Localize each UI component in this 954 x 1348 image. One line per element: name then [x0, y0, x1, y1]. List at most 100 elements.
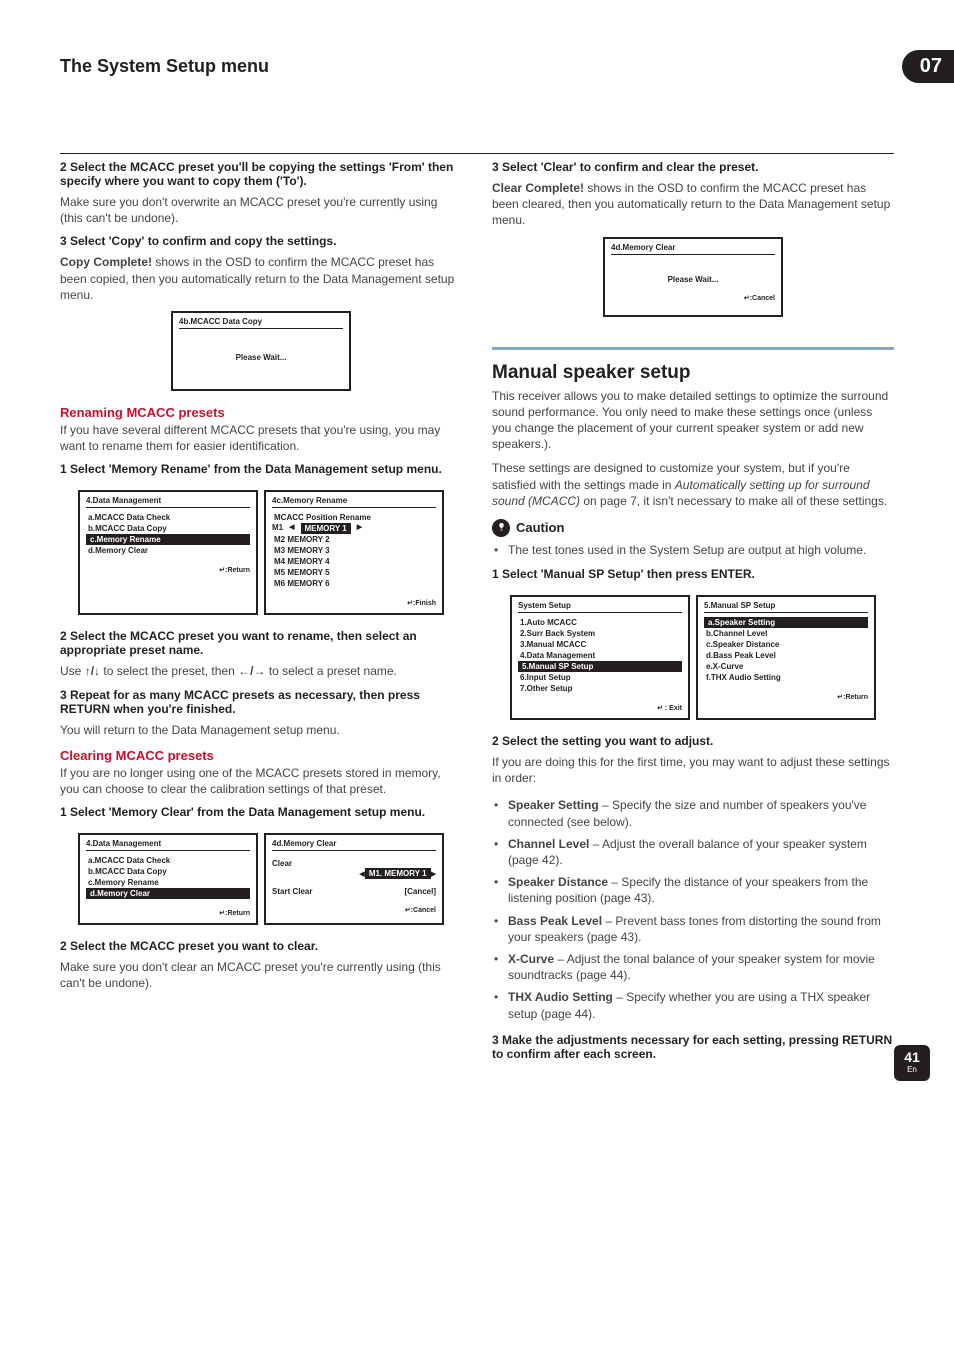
- osd-item: f.THX Audio Setting: [704, 672, 868, 683]
- clear-intro: If you are no longer using one of the MC…: [60, 765, 462, 797]
- osd-item: 6.Input Setup: [518, 672, 682, 683]
- mss-step2: 2 Select the setting you want to adjust.: [492, 734, 894, 748]
- bullet-bold: THX Audio Setting: [508, 990, 613, 1004]
- mss-step1: 1 Select 'Manual SP Setup' then press EN…: [492, 567, 894, 581]
- left-step3-body: Copy Complete! shows in the OSD to confi…: [60, 254, 462, 303]
- osd-title: 4d.Memory Clear: [611, 243, 775, 255]
- osd-foot-text: : Exit: [663, 705, 682, 712]
- left-step2-body: Make sure you don't overwrite an MCACC p…: [60, 194, 462, 226]
- bullet-bold: Speaker Distance: [508, 875, 608, 889]
- osd-item: c.Memory Rename: [86, 877, 250, 888]
- osd-item-selected: d.Memory Clear: [86, 888, 250, 899]
- osd-item: 4.Data Management: [518, 650, 682, 661]
- left-step2: 2 Select the MCACC preset you'll be copy…: [60, 160, 462, 188]
- copy-complete-label: Copy Complete!: [60, 255, 152, 269]
- bullet-bold: X-Curve: [508, 952, 554, 966]
- osd-row: Start Clear [Cancel]: [272, 887, 436, 896]
- clear-step2-body: Make sure you don't clear an MCACC prese…: [60, 959, 462, 991]
- osd-foot: ↵:Return: [704, 693, 868, 701]
- page-number-badge: 41 En: [894, 1045, 930, 1081]
- caution-icon: [492, 519, 510, 537]
- txt: on page 7, it isn't necessary to make al…: [583, 494, 887, 508]
- rename-intro: If you have several different MCACC pres…: [60, 422, 462, 454]
- osd-memory-rename: 4c.Memory Rename MCACC Position Rename M…: [264, 490, 444, 615]
- osd-data-management-2: 4.Data Management a.MCACC Data Check b.M…: [78, 833, 258, 925]
- right-column: 3 Select 'Clear' to confirm and clear th…: [492, 154, 894, 1067]
- osd-item: M5 MEMORY 5: [272, 567, 436, 578]
- osd-item: M4 MEMORY 4: [272, 556, 436, 567]
- clear-complete-label: Clear Complete!: [492, 181, 584, 195]
- page-title: The System Setup menu: [60, 56, 902, 77]
- caution-heading: Caution: [492, 519, 894, 537]
- caution-bullet: The test tones used in the System Setup …: [506, 539, 894, 561]
- osd-subtitle: MCACC Position Rename: [272, 512, 436, 523]
- caution-label: Caution: [516, 520, 564, 535]
- clear-step1: 1 Select 'Memory Clear' from the Data Ma…: [60, 805, 462, 819]
- osd-item: M3 MEMORY 3: [272, 545, 436, 556]
- osd-item: a.MCACC Data Check: [86, 512, 250, 523]
- osd-item: 7.Other Setup: [518, 683, 682, 694]
- osd-item: 2.Surr Back System: [518, 628, 682, 639]
- osd-item: d.Memory Clear: [86, 545, 250, 556]
- rename-step3: 3 Repeat for as many MCACC presets as ne…: [60, 688, 462, 716]
- osd-item: 3.Manual MCACC: [518, 639, 682, 650]
- osd-foot-text: :Finish: [413, 600, 436, 607]
- list-item: Speaker Distance – Specify the distance …: [506, 871, 894, 909]
- osd-foot-text: :Cancel: [750, 295, 775, 302]
- page-lang: En: [894, 1065, 930, 1074]
- osd-item: M6 MEMORY 6: [272, 578, 436, 589]
- osd-item: a.MCACC Data Check: [86, 855, 250, 866]
- osd-foot: ↵:Cancel: [272, 906, 436, 914]
- up-down-arrow-icon: ↑/↓: [85, 664, 100, 678]
- osd-foot: ↵ : Exit: [518, 704, 682, 712]
- osd-foot: ↵:Return: [86, 566, 250, 574]
- osd-title: 4d.Memory Clear: [272, 839, 436, 851]
- osd-wait: Please Wait...: [611, 275, 775, 284]
- left-column: 2 Select the MCACC preset you'll be copy…: [60, 154, 462, 1067]
- list-item: Bass Peak Level – Prevent bass tones fro…: [506, 910, 894, 948]
- rename-step2-body: Use ↑/↓ to select the preset, then ←/→ t…: [60, 663, 462, 679]
- osd-memory-clear: 4d.Memory Clear Clear ◀M1. MEMORY 1▶ Sta…: [264, 833, 444, 925]
- osd-memory-clear-wait: 4d.Memory Clear Please Wait... ↵:Cancel: [603, 237, 783, 317]
- clear-heading: Clearing MCACC presets: [60, 748, 462, 763]
- right-step3-body: Clear Complete! shows in the OSD to conf…: [492, 180, 894, 229]
- list-item: THX Audio Setting – Specify whether you …: [506, 986, 894, 1024]
- osd-title: 4.Data Management: [86, 839, 250, 851]
- osd-label: Clear: [272, 859, 292, 868]
- rename-step3-body: You will return to the Data Management s…: [60, 722, 462, 738]
- osd-foot: ↵:Finish: [272, 599, 436, 607]
- rename-step2: 2 Select the MCACC preset you want to re…: [60, 629, 462, 657]
- clear-step2: 2 Select the MCACC preset you want to cl…: [60, 939, 462, 953]
- rename-heading: Renaming MCACC presets: [60, 405, 462, 420]
- osd-title: System Setup: [518, 601, 682, 613]
- section-divider: [492, 347, 894, 350]
- osd-row: M1◀MEMORY 1▶: [272, 523, 436, 534]
- bullet-bold: Channel Level: [508, 837, 589, 851]
- osd-system-setup: System Setup 1.Auto MCACC 2.Surr Back Sy…: [510, 595, 690, 720]
- osd-foot-text: :Return: [225, 910, 250, 917]
- right-step3: 3 Select 'Clear' to confirm and clear th…: [492, 160, 894, 174]
- osd-item: b.Channel Level: [704, 628, 868, 639]
- page-header: The System Setup menu 07: [60, 50, 894, 83]
- bullet-text: – Adjust the tonal balance of your speak…: [508, 952, 875, 982]
- osd-item-selected: c.Memory Rename: [86, 534, 250, 545]
- left-step3: 3 Select 'Copy' to confirm and copy the …: [60, 234, 462, 248]
- page-number: 41: [904, 1049, 920, 1065]
- manual-speaker-heading: Manual speaker setup: [492, 362, 894, 384]
- osd-item: M2 MEMORY 2: [272, 534, 436, 545]
- mss-intro2: These settings are designed to customize…: [492, 460, 894, 509]
- osd-item: d.Bass Peak Level: [704, 650, 868, 661]
- list-item: Channel Level – Adjust the overall balan…: [506, 833, 894, 871]
- osd-foot-text: :Return: [225, 567, 250, 574]
- osd-title: 4b.MCACC Data Copy: [179, 317, 343, 329]
- osd-item: 1.Auto MCACC: [518, 617, 682, 628]
- bullet-bold: Speaker Setting: [508, 798, 599, 812]
- mss-intro1: This receiver allows you to make detaile…: [492, 388, 894, 453]
- rename-step1: 1 Select 'Memory Rename' from the Data M…: [60, 462, 462, 476]
- chapter-number: 07: [902, 50, 954, 83]
- osd-label: [Cancel]: [404, 887, 436, 896]
- osd-wait: Please Wait...: [179, 353, 343, 362]
- txt: to select the preset, then: [103, 664, 238, 678]
- list-item: X-Curve – Adjust the tonal balance of yo…: [506, 948, 894, 986]
- bullet-bold: Bass Peak Level: [508, 914, 602, 928]
